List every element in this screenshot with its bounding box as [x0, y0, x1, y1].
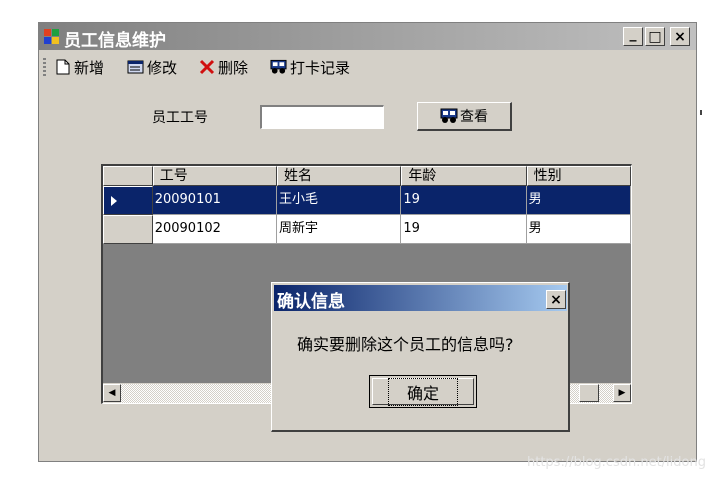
- close-button[interactable]: ×: [670, 27, 690, 46]
- view-label: 查看: [460, 109, 488, 125]
- column-header-name[interactable]: 姓名: [277, 166, 402, 186]
- cell-age[interactable]: 19: [401, 186, 527, 215]
- delete-x-icon: [198, 59, 215, 76]
- edit-form-icon: [127, 59, 144, 76]
- cell-name[interactable]: 王小毛: [277, 186, 402, 215]
- new-document-icon: [54, 59, 71, 76]
- delete-button[interactable]: 删除: [198, 57, 248, 77]
- attendance-button[interactable]: 打卡记录: [270, 57, 350, 77]
- minimize-button[interactable]: _: [623, 27, 643, 46]
- cell-name[interactable]: 周新宇: [277, 215, 402, 244]
- ok-button-face: 确定: [372, 377, 474, 406]
- cell-age[interactable]: 19: [401, 215, 527, 244]
- new-button[interactable]: 新增: [54, 57, 104, 77]
- column-header-gender[interactable]: 性别: [526, 166, 631, 186]
- app-icon: [44, 29, 59, 44]
- close-icon: ×: [550, 291, 562, 308]
- cell-gender[interactable]: 男: [526, 215, 631, 244]
- scroll-left-button[interactable]: ◀: [103, 384, 121, 402]
- column-header-age[interactable]: 年龄: [401, 166, 527, 186]
- ok-button[interactable]: 确定: [369, 375, 477, 408]
- dialog-close-button[interactable]: ×: [546, 290, 566, 309]
- current-row-arrow-icon: [111, 196, 117, 206]
- new-label: 新增: [74, 58, 105, 77]
- toolbar: 新增 修改 删除 打卡记录: [39, 53, 698, 81]
- confirm-dialog: 确认信息 × 确实要删除这个员工的信息吗? 确定: [271, 282, 570, 432]
- table-row[interactable]: 20090101 王小毛 19 男: [103, 186, 631, 215]
- arrow-left-icon: ◀: [108, 388, 116, 398]
- maximize-button[interactable]: □: [645, 27, 665, 46]
- attendance-label: 打卡记录: [290, 58, 351, 77]
- cell-id[interactable]: 20090101: [152, 186, 278, 215]
- edit-label: 修改: [147, 58, 178, 77]
- row-selector[interactable]: [103, 215, 153, 244]
- edit-button[interactable]: 修改: [127, 57, 177, 77]
- column-header-id[interactable]: 工号: [152, 166, 278, 186]
- cell-gender[interactable]: 男: [526, 186, 631, 215]
- maximize-icon: □: [648, 28, 662, 45]
- employee-number-label: 员工工号: [152, 110, 208, 126]
- row-header-corner: [103, 166, 153, 186]
- ok-label: 确定: [387, 377, 459, 406]
- toolbar-grip[interactable]: [43, 58, 46, 76]
- arrow-right-icon: ▶: [618, 388, 626, 398]
- dialog-message: 确实要删除这个员工的信息吗?: [297, 335, 514, 354]
- cell-id[interactable]: 20090102: [152, 215, 278, 244]
- dialog-title-bar[interactable]: 确认信息 ×: [274, 285, 567, 312]
- row-selector[interactable]: [103, 186, 153, 215]
- close-icon: ×: [674, 28, 686, 45]
- binoculars-icon: [270, 59, 287, 76]
- watermark: https://blog.csdn.net/lidong: [527, 455, 706, 470]
- employee-number-input[interactable]: [260, 105, 384, 129]
- binoculars-icon: [440, 108, 458, 123]
- scroll-right-button[interactable]: ▶: [613, 384, 631, 402]
- title-bar[interactable]: 员工信息维护 _ □ ×: [39, 23, 696, 51]
- minimize-icon: _: [629, 25, 637, 42]
- dialog-title: 确认信息: [277, 292, 345, 312]
- delete-label: 删除: [218, 58, 249, 77]
- scroll-thumb[interactable]: [579, 384, 599, 402]
- edge-artifact: [700, 110, 702, 115]
- window-title: 员工信息维护: [64, 31, 166, 51]
- view-button[interactable]: 查看: [417, 102, 512, 131]
- table-row[interactable]: 20090102 周新宇 19 男: [103, 215, 631, 244]
- grid-header: 工号 姓名 年龄 性别: [103, 166, 631, 186]
